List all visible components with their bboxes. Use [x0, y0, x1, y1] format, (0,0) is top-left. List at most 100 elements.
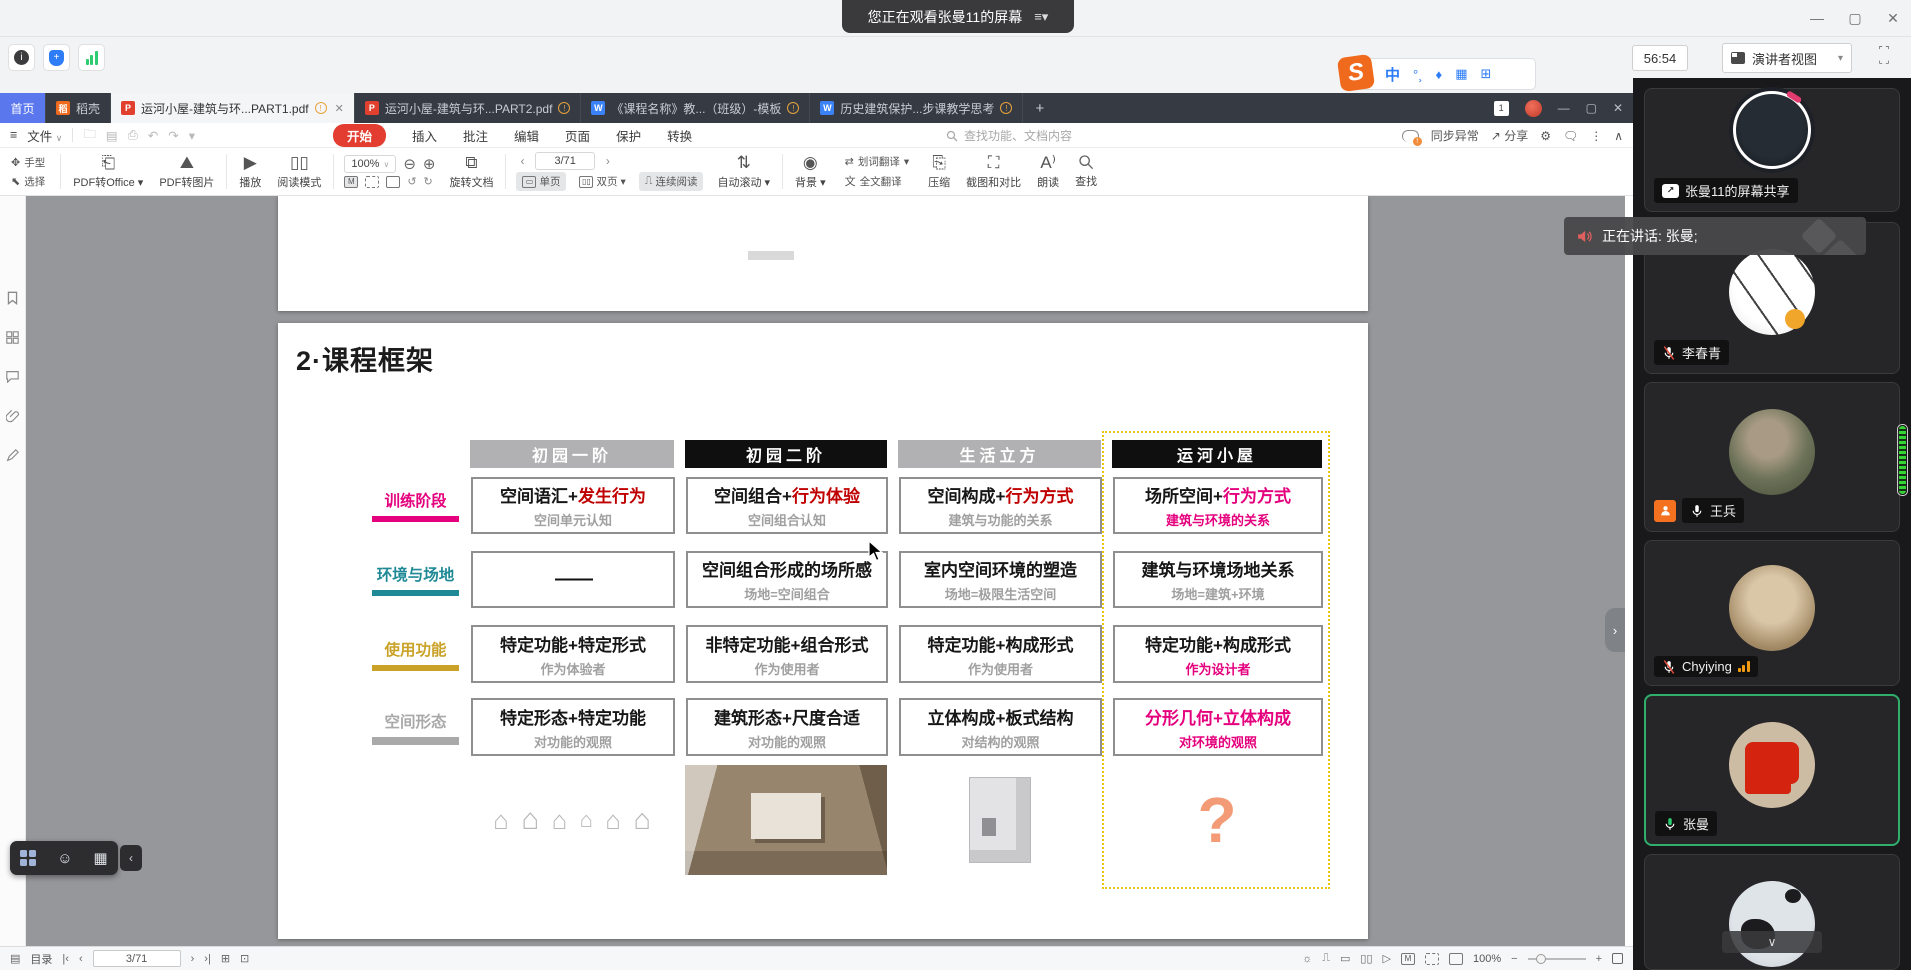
zoom-in-button[interactable]: + [1596, 953, 1602, 965]
more-chevron-icon[interactable]: ▾ [189, 128, 195, 143]
zoom-value[interactable]: 100% [1473, 953, 1501, 965]
background-button[interactable]: ◉背景 ▾ [787, 148, 834, 195]
wps-close-button[interactable]: ✕ [1613, 101, 1623, 115]
menu-edit[interactable]: 编辑 [514, 126, 539, 145]
account-avatar[interactable] [1525, 100, 1542, 117]
hamburger-icon[interactable]: ≡ [10, 128, 17, 142]
tab-docer[interactable]: 稻稻壳 [46, 93, 111, 123]
pdf-to-office-button[interactable]: ⎗PDF转Office ▾ [65, 148, 151, 195]
fullscreen-icon[interactable] [1612, 953, 1623, 964]
play-icon[interactable]: ▷ [1383, 952, 1391, 965]
page-indicator-input[interactable]: 3/71 [535, 152, 594, 170]
collapse-pill-button[interactable]: ‹ [120, 845, 142, 871]
view-mode-selector[interactable]: 演讲者视图 ▾ [1722, 43, 1852, 73]
zoom-slider-knob[interactable] [1536, 954, 1546, 964]
scrollbar-thumb[interactable] [1899, 426, 1906, 494]
grid-icon[interactable]: ⊞ [1480, 66, 1491, 82]
bookmark-icon[interactable] [6, 291, 19, 305]
wps-restore-button[interactable]: ▢ [1586, 101, 1597, 115]
highlight-nav-icon[interactable]: ⊡ [240, 952, 249, 965]
screenshot-compare-button[interactable]: ⛶截图和对比 [958, 148, 1029, 195]
word-translate-button[interactable]: ⇄划词翻译 ▾ [840, 153, 915, 170]
tab-pdf-part1[interactable]: P 运河小屋-建筑与环...PART1.pdf ! ✕ [111, 93, 355, 123]
menu-start[interactable]: 开始 [333, 124, 386, 147]
read-mode-button[interactable]: ▯▯阅读模式 [269, 148, 329, 195]
maximize-button[interactable]: ▢ [1847, 10, 1863, 27]
apps-grid-icon[interactable] [20, 850, 36, 866]
fit-width-icon[interactable]: M [1401, 953, 1415, 965]
toc-icon[interactable]: ▤ [10, 952, 20, 965]
sidebar-scrollbar[interactable] [1897, 424, 1908, 496]
new-tab-button[interactable]: + [1023, 93, 1056, 123]
wps-minimize-button[interactable]: — [1558, 101, 1570, 115]
mic-icon[interactable]: °¸ [1413, 67, 1423, 82]
double-page-icon[interactable]: ▯▯ [1360, 952, 1372, 965]
rotate-doc-button[interactable]: ⧉旋转文档 [441, 148, 501, 195]
auto-scroll-button[interactable]: ⇅自动滚动 ▾ [709, 148, 778, 195]
tab-home[interactable]: 首页 [0, 93, 46, 123]
menu-protect[interactable]: 保护 [616, 126, 641, 145]
prev-page-button[interactable]: ‹ [79, 953, 83, 965]
double-page-button[interactable]: ▯▯双页 ▾ [573, 172, 631, 191]
tab-doc-template[interactable]: W 《课程名称》教...（班级）-模板 ! [581, 93, 810, 123]
undo-icon[interactable]: ↶ [148, 128, 158, 143]
crop-region-icon[interactable] [386, 176, 400, 188]
zoom-select[interactable]: 100% ∨ [344, 155, 396, 173]
keyboard-icon[interactable]: ▦ [93, 849, 107, 867]
play-button[interactable]: ▶播放 [231, 148, 269, 195]
zoom-slider[interactable] [1528, 958, 1586, 960]
zoom-in-icon[interactable]: ⊕ [423, 155, 436, 173]
video-tile-participant[interactable]: ∨ [1644, 854, 1900, 970]
full-translate-button[interactable]: 文全文翻译 [840, 172, 915, 190]
emoji-icon[interactable]: ☺ [57, 850, 72, 867]
video-tile-participant[interactable]: 王兵 [1644, 382, 1900, 532]
share-button[interactable]: ↗ 分享 [1491, 127, 1528, 144]
comment-bubble-icon[interactable]: 🗨 [1563, 129, 1578, 143]
last-page-button[interactable]: ›| [204, 953, 211, 965]
pdf-to-image-button[interactable]: ⛰PDF转图片 [151, 148, 222, 195]
tab-doc-history[interactable]: W 历史建筑保护...步课教学思考 ! [810, 93, 1023, 123]
collapse-ribbon-icon[interactable]: ∧ [1614, 129, 1623, 143]
crop-icon[interactable] [1425, 953, 1439, 965]
hand-tool-button[interactable]: ✥手型 [6, 154, 50, 171]
fit-width-icon[interactable]: M [344, 176, 358, 188]
comment-icon[interactable] [6, 370, 19, 383]
prev-page-button[interactable]: ‹ [516, 154, 528, 168]
close-button[interactable]: ✕ [1885, 10, 1901, 27]
select-tool-button[interactable]: ⬉选择 [6, 173, 50, 190]
comment-nav-icon[interactable]: ⊞ [221, 952, 230, 965]
find-button[interactable]: 查找 [1067, 148, 1105, 195]
screen-watch-banner[interactable]: 您正在观看张曼11的屏幕 ≡▾ [842, 0, 1074, 33]
kebab-menu-icon[interactable]: ⋮ [1590, 129, 1602, 143]
thumbnail-icon[interactable] [6, 331, 19, 344]
collapse-panel-button[interactable]: › [1605, 608, 1625, 652]
print-icon[interactable]: ⎙ [128, 128, 138, 143]
shield-icon[interactable]: + [43, 44, 70, 71]
ime-toolbar[interactable]: S 中 °¸ ♦ ▦ ⊞ [1344, 58, 1536, 90]
keyboard-icon[interactable]: ▦ [1455, 66, 1467, 82]
minimize-button[interactable]: — [1809, 10, 1825, 27]
first-page-button[interactable]: |‹ [62, 953, 69, 965]
video-tile-active-speaker[interactable]: 张曼 [1644, 694, 1900, 846]
continuous-mode-icon[interactable]: ⎍ [1322, 952, 1330, 965]
close-tab-icon[interactable]: ✕ [335, 102, 344, 115]
tab-pdf-part2[interactable]: P 运河小屋-建筑与环...PART2.pdf ! [355, 93, 582, 123]
ime-lang-label[interactable]: 中 [1385, 64, 1400, 85]
zoom-out-button[interactable]: − [1511, 953, 1517, 965]
banner-menu-icon[interactable]: ≡▾ [1034, 9, 1048, 25]
voice-icon[interactable]: ♦ [1436, 67, 1443, 82]
menu-insert[interactable]: 插入 [412, 126, 437, 145]
read-aloud-button[interactable]: A⁾朗读 [1029, 148, 1067, 195]
video-tile-participant[interactable]: Chyiying [1644, 540, 1900, 686]
page-badge-icon[interactable]: 1 [1494, 101, 1509, 116]
attachment-icon[interactable] [6, 409, 19, 423]
network-signal-icon[interactable] [78, 44, 105, 71]
save-icon[interactable]: ▤ [106, 128, 118, 143]
menu-convert[interactable]: 转换 [667, 126, 692, 145]
edit-icon[interactable] [6, 449, 19, 462]
crop-page-icon[interactable] [365, 176, 379, 188]
continuous-read-button[interactable]: ⎍连续阅读 [639, 172, 704, 191]
fullscreen-button[interactable]: ⌜ ⌝⌞ ⌟ [1872, 45, 1896, 69]
video-tile-screen-share[interactable]: ↗张曼11的屏幕共享 [1644, 88, 1900, 212]
menu-page[interactable]: 页面 [565, 126, 590, 145]
